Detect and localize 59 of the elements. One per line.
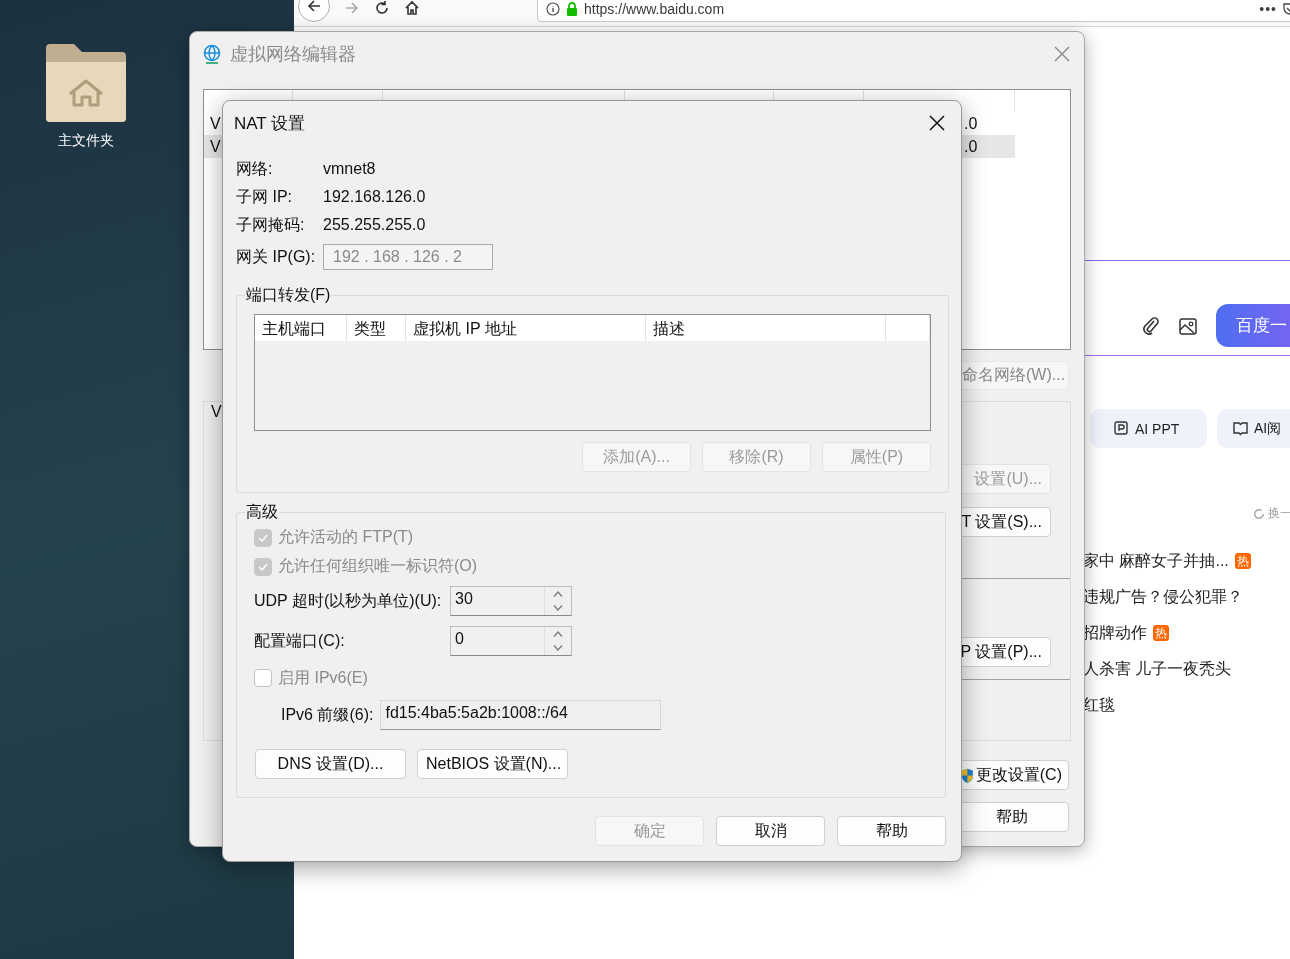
prefix-field[interactable]: fd15:4ba5:5a2b:1008::/64 [380,700,662,730]
column-header[interactable]: 描述 [646,315,886,341]
hot-search-link[interactable]: 违规广告？侵公犯罪？ [1083,586,1243,608]
folder-label: 主文件夹 [58,132,114,150]
ai-chip[interactable]: AI阅 [1217,409,1290,448]
field-label: 子网 IP: [236,186,293,207]
settings-button[interactable]: DNS 设置(D)... [255,749,406,779]
group-label: 端口转发(F) [245,285,332,305]
lock-icon [566,2,578,16]
image-icon[interactable] [1179,318,1197,335]
checkbox-label: 允许任何组织唯一标识符(O) [278,556,478,576]
reload-icon[interactable] [374,0,390,16]
checkbox-label: 启用 IPv6(E) [278,667,368,688]
dialog-button[interactable]: 取消 [716,816,825,846]
group-label: V [211,402,222,422]
home-folder-icon[interactable] [44,42,128,124]
field-label: 网关 IP(G): [236,246,317,267]
field-label: 子网掩码: [236,214,306,235]
forward-icon[interactable] [344,0,360,16]
table-cell-text: V [209,137,221,157]
check-icon [258,562,268,571]
hot-search-link[interactable]: 人杀害 儿子一夜秃头 [1083,658,1232,680]
page-actions-menu[interactable]: ••• [1259,1,1277,17]
globe-icon [202,44,222,64]
field-label: 网络: [236,158,274,179]
home-icon[interactable] [404,0,420,16]
shield-icon [961,766,974,784]
checkbox-label: 允许活动的 FTP(T) [278,527,414,547]
hot-badge: 热 [1153,625,1169,641]
field-label: UDP 超时(以秒为单位)(U): [254,590,443,611]
window-title: 虚拟网络编辑器 [230,43,357,66]
group-label: 高级 [245,502,279,522]
url-text: https://www.baidu.com [584,1,726,17]
search-button[interactable]: 百度一 [1216,304,1290,347]
field-label: 配置端口(C): [254,630,346,651]
info-icon [546,2,560,16]
paperclip-icon[interactable] [1142,316,1159,335]
table-cell-text: .0 [963,137,979,157]
check-icon [258,533,268,542]
slides-icon [1114,421,1129,436]
spin-field[interactable]: 0 [450,626,572,656]
back-arrow-icon [306,0,322,14]
column-header[interactable]: 类型 [347,315,406,341]
column-header[interactable]: 主机端口 [255,315,347,341]
column-header[interactable]: 虚拟机 IP 地址 [406,315,646,341]
field-value: 192.168.126.0 [323,188,426,206]
refresh-icon [1253,507,1265,520]
ai-chip[interactable]: AI PPT [1090,409,1207,448]
address-bar[interactable]: https://www.baidu.com ••• [537,0,1290,22]
dialog-title: NAT 设置 [234,112,307,135]
hot-badge: 热 [1234,553,1251,569]
field-value: vmnet8 [323,160,376,178]
spin-field[interactable]: 30 [450,586,572,616]
dialog-button[interactable]: 帮助 [837,816,946,846]
field-value: 255.255.255.0 [323,216,426,234]
field-label: IPv6 前缀(6): [281,704,374,725]
book-icon [1233,421,1248,436]
close-icon[interactable] [929,115,945,131]
settings-button[interactable]: NetBIOS 设置(N)... [417,749,568,779]
